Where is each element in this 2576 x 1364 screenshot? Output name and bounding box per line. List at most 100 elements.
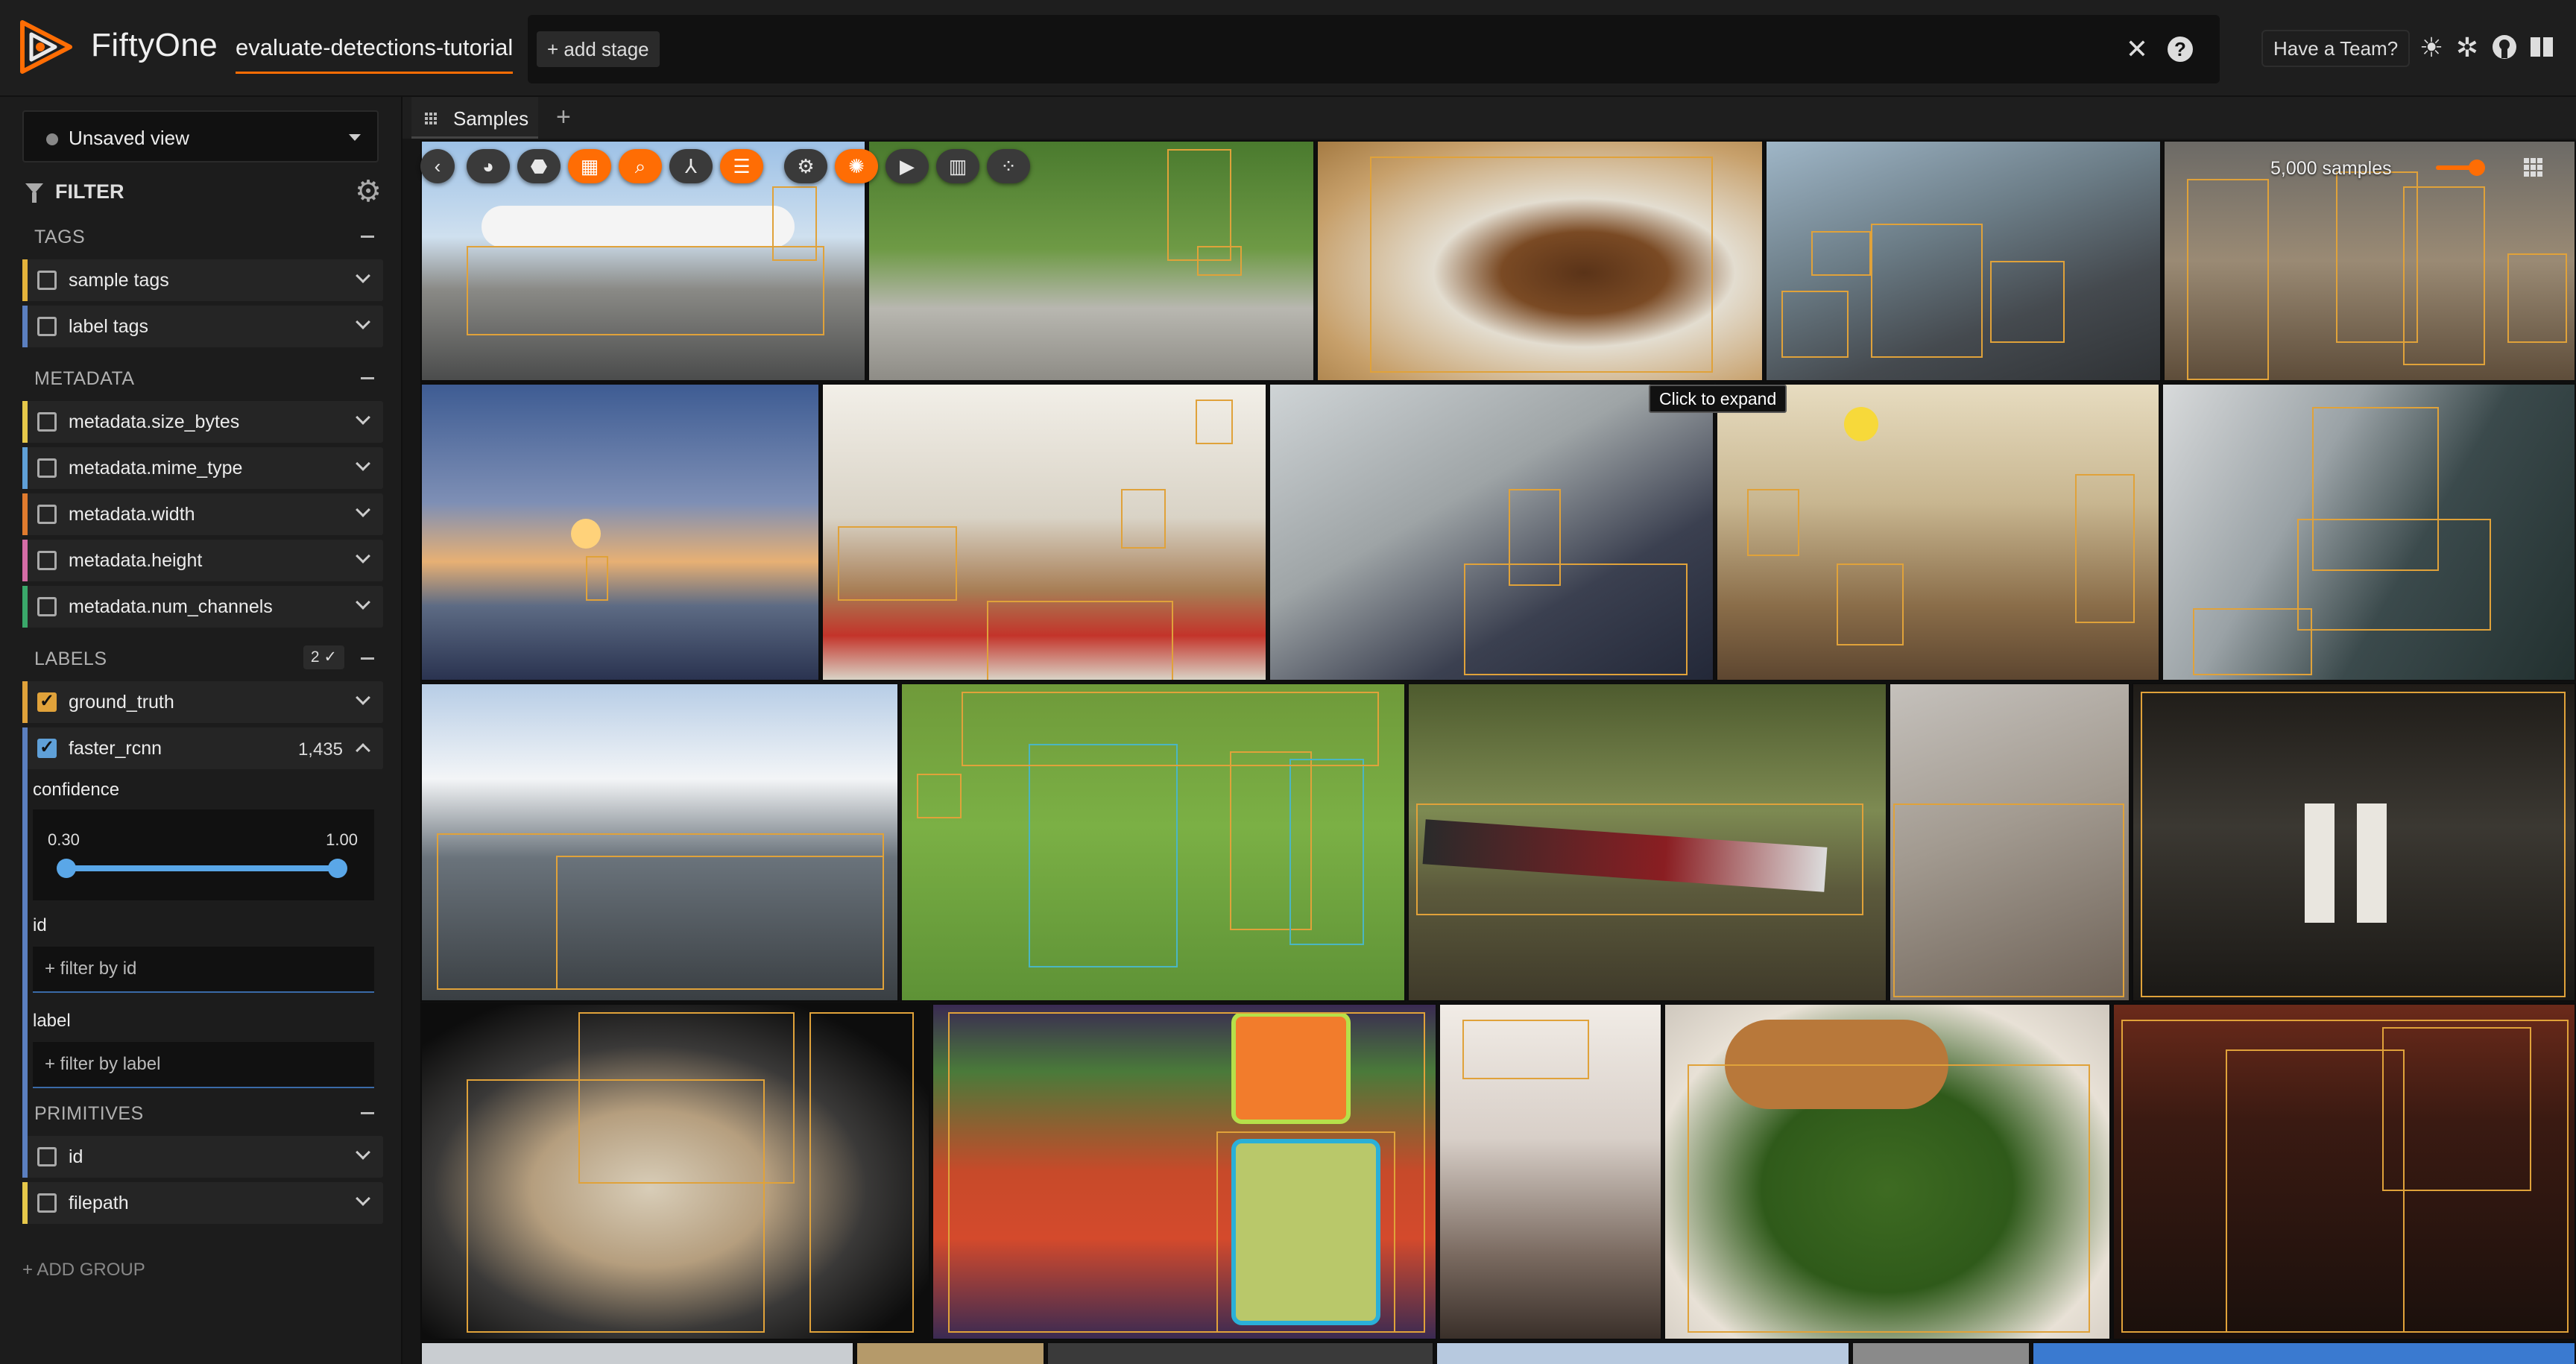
sample-tile[interactable] bbox=[2162, 383, 2576, 681]
sample-tile[interactable] bbox=[1316, 140, 1764, 382]
label-filter-input[interactable] bbox=[33, 1042, 374, 1087]
help-icon[interactable]: ? bbox=[2168, 37, 2193, 62]
field-label-tags[interactable]: label tags bbox=[22, 306, 383, 347]
field-metadata-num-channels[interactable]: metadata.num_channels bbox=[22, 586, 383, 628]
add-panel-plus-icon[interactable]: + bbox=[556, 103, 571, 132]
fiftyone-logo-icon[interactable] bbox=[18, 19, 73, 75]
sample-tile[interactable] bbox=[1852, 1342, 2030, 1364]
grid-layout-icon[interactable] bbox=[2524, 158, 2543, 177]
field-checkbox[interactable] bbox=[37, 458, 57, 478]
app-title[interactable]: FiftyOne bbox=[91, 27, 218, 64]
collapse-minus-icon[interactable] bbox=[361, 377, 374, 379]
field-checkbox[interactable] bbox=[37, 317, 57, 336]
chevron-down-icon[interactable] bbox=[356, 456, 370, 471]
sample-tile[interactable] bbox=[1046, 1342, 1434, 1364]
chevron-down-icon[interactable] bbox=[356, 549, 370, 563]
field-faster-rcnn[interactable]: faster_rcnn 1,435 bbox=[22, 727, 383, 769]
list-view-icon[interactable]: ☰ bbox=[720, 149, 763, 183]
field-checkbox[interactable] bbox=[37, 1193, 57, 1213]
field-sample-tags[interactable]: sample tags bbox=[22, 259, 383, 301]
collapse-minus-icon[interactable] bbox=[361, 236, 374, 238]
patches-icon[interactable]: ▦ bbox=[568, 149, 611, 183]
tab-samples[interactable]: Samples bbox=[411, 97, 538, 139]
label-filter-field[interactable] bbox=[33, 1042, 374, 1088]
collapse-minus-icon[interactable] bbox=[361, 1112, 374, 1114]
sample-tile[interactable] bbox=[1889, 683, 2130, 1002]
tile-size-slider[interactable] bbox=[2436, 160, 2485, 176]
field-checkbox[interactable] bbox=[37, 551, 57, 570]
field-metadata-size-bytes[interactable]: metadata.size_bytes bbox=[22, 401, 383, 443]
collapse-minus-icon[interactable] bbox=[361, 657, 374, 660]
group-labels[interactable]: LABELS 2 ✓ bbox=[22, 637, 383, 678]
docs-book-icon[interactable] bbox=[2527, 33, 2557, 63]
add-stage-button[interactable]: + add stage bbox=[537, 31, 660, 67]
theme-sun-icon[interactable]: ☀ bbox=[2416, 33, 2446, 63]
sample-tile[interactable] bbox=[420, 683, 899, 1002]
group-tags[interactable]: TAGS bbox=[22, 215, 383, 256]
chevron-down-icon[interactable] bbox=[356, 690, 370, 705]
pose-keypoints-icon[interactable]: ⅄ bbox=[669, 149, 713, 183]
chevron-down-icon[interactable] bbox=[356, 268, 370, 283]
chevron-down-icon[interactable] bbox=[356, 1145, 370, 1160]
sample-tile[interactable] bbox=[2132, 683, 2576, 1002]
field-checkbox[interactable] bbox=[37, 271, 57, 290]
sample-tile[interactable] bbox=[420, 383, 820, 681]
id-filter-input[interactable] bbox=[33, 947, 374, 991]
tag-icon[interactable]: ⬣ bbox=[517, 149, 561, 183]
field-checkbox[interactable] bbox=[37, 505, 57, 524]
field-metadata-mime-type[interactable]: metadata.mime_type bbox=[22, 447, 383, 489]
sample-tile[interactable] bbox=[2032, 1342, 2576, 1364]
group-metadata[interactable]: METADATA bbox=[22, 356, 383, 398]
field-id[interactable]: id bbox=[22, 1136, 383, 1178]
slack-icon[interactable]: ✲ bbox=[2452, 33, 2482, 63]
search-similarity-icon[interactable]: ⌕ bbox=[619, 149, 662, 183]
chevron-down-icon[interactable] bbox=[356, 315, 370, 329]
sample-tile[interactable] bbox=[1407, 683, 1887, 1002]
dataset-selector[interactable]: evaluate-detections-tutorial bbox=[236, 34, 514, 74]
sample-grid[interactable] bbox=[420, 140, 2576, 1364]
field-metadata-width[interactable]: metadata.width bbox=[22, 493, 383, 535]
sample-tile[interactable] bbox=[420, 1342, 854, 1364]
field-metadata-height[interactable]: metadata.height bbox=[22, 540, 383, 581]
back-chevron-icon[interactable]: ‹ bbox=[420, 149, 455, 183]
view-stages-bar[interactable]: + add stage ✕ ? bbox=[528, 15, 2220, 83]
sample-tile[interactable] bbox=[1765, 140, 2162, 382]
github-icon[interactable] bbox=[2490, 33, 2519, 63]
field-checkbox[interactable] bbox=[37, 412, 57, 432]
add-group-button[interactable]: + ADD GROUP bbox=[22, 1260, 145, 1281]
field-checkbox-checked[interactable] bbox=[37, 736, 57, 758]
sample-tile[interactable] bbox=[900, 683, 1406, 1002]
slider-thumb[interactable] bbox=[2469, 160, 2485, 176]
sample-tile[interactable] bbox=[932, 1003, 1437, 1340]
chevron-down-icon[interactable] bbox=[356, 595, 370, 610]
field-checkbox-checked[interactable] bbox=[37, 690, 57, 712]
openai-plugin-icon[interactable]: ✺ bbox=[835, 149, 878, 183]
sample-tile[interactable] bbox=[2112, 1003, 2576, 1340]
color-palette-icon[interactable]: ◕ bbox=[467, 149, 510, 183]
id-filter-field[interactable] bbox=[33, 947, 374, 993]
slider-max-thumb[interactable] bbox=[328, 859, 347, 878]
sample-tile[interactable] bbox=[1716, 383, 2160, 681]
sample-tile[interactable] bbox=[1439, 1003, 1662, 1340]
sample-tile[interactable] bbox=[420, 1003, 930, 1340]
slider-track[interactable] bbox=[66, 865, 337, 871]
saved-view-select[interactable]: Unsaved view bbox=[22, 110, 379, 162]
field-checkbox[interactable] bbox=[37, 1147, 57, 1166]
sample-tile[interactable] bbox=[1436, 1342, 1850, 1364]
histogram-icon[interactable]: ▥ bbox=[936, 149, 979, 183]
field-ground-truth[interactable]: ground_truth bbox=[22, 681, 383, 723]
embeddings-scatter-icon[interactable]: ⁘ bbox=[987, 149, 1030, 183]
group-primitives[interactable]: PRIMITIVES bbox=[22, 1091, 383, 1133]
sample-tile[interactable] bbox=[1269, 383, 1714, 681]
have-a-team-button[interactable]: Have a Team? bbox=[2261, 30, 2411, 67]
labels-selected-badge[interactable]: 2 ✓ bbox=[303, 645, 344, 669]
settings-gear-icon[interactable]: ⚙ bbox=[784, 149, 827, 183]
sample-tile[interactable] bbox=[1664, 1003, 2111, 1340]
field-filepath[interactable]: filepath bbox=[22, 1182, 383, 1224]
sample-tile[interactable] bbox=[821, 383, 1267, 681]
chevron-up-icon[interactable] bbox=[356, 743, 370, 758]
video-play-icon[interactable]: ▶ bbox=[886, 149, 929, 183]
field-checkbox[interactable] bbox=[37, 597, 57, 616]
clear-view-icon[interactable]: ✕ bbox=[2126, 36, 2148, 63]
confidence-range-slider[interactable]: 0.30 1.00 bbox=[33, 809, 374, 900]
